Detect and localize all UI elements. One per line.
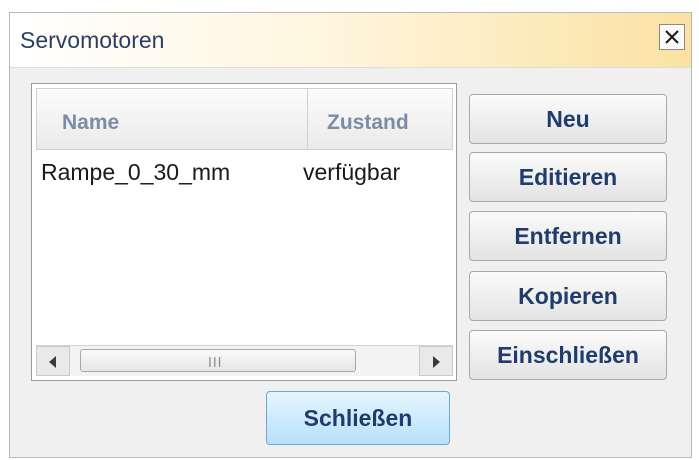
column-divider[interactable]	[307, 89, 308, 149]
edit-button[interactable]: Editieren	[469, 152, 667, 202]
column-header-name[interactable]: Name	[62, 111, 119, 135]
list-row[interactable]: Rampe_0_30_mm verfügbar	[38, 156, 453, 190]
arrow-left-icon	[49, 356, 56, 368]
title-bar: Servomotoren	[10, 13, 691, 68]
dialog-title: Servomotoren	[20, 27, 165, 53]
copy-button[interactable]: Kopieren	[469, 271, 667, 321]
servomotor-list[interactable]: Name Zustand Rampe_0_30_mm verfügbar III	[31, 83, 457, 381]
servomotor-dialog: Servomotoren Name Zustand Rampe_0_30_mm …	[9, 12, 692, 458]
scroll-grip: III	[208, 356, 223, 371]
close-button[interactable]: Schließen	[266, 391, 450, 445]
row-name-cell: Rampe_0_30_mm	[41, 159, 231, 185]
remove-button[interactable]: Entfernen	[469, 211, 667, 261]
close-icon	[665, 30, 679, 44]
scroll-thumb[interactable]: III	[80, 349, 356, 372]
scroll-left-button[interactable]	[36, 346, 70, 376]
arrow-right-icon	[433, 356, 440, 368]
row-state-cell: verfügbar	[303, 159, 401, 185]
new-button[interactable]: Neu	[469, 94, 667, 144]
include-button[interactable]: Einschließen	[469, 330, 667, 380]
list-header: Name Zustand	[36, 88, 453, 150]
column-header-state[interactable]: Zustand	[327, 111, 409, 135]
scroll-right-button[interactable]	[419, 346, 453, 376]
horizontal-scrollbar[interactable]: III	[36, 345, 453, 376]
close-window-button[interactable]	[659, 24, 685, 50]
